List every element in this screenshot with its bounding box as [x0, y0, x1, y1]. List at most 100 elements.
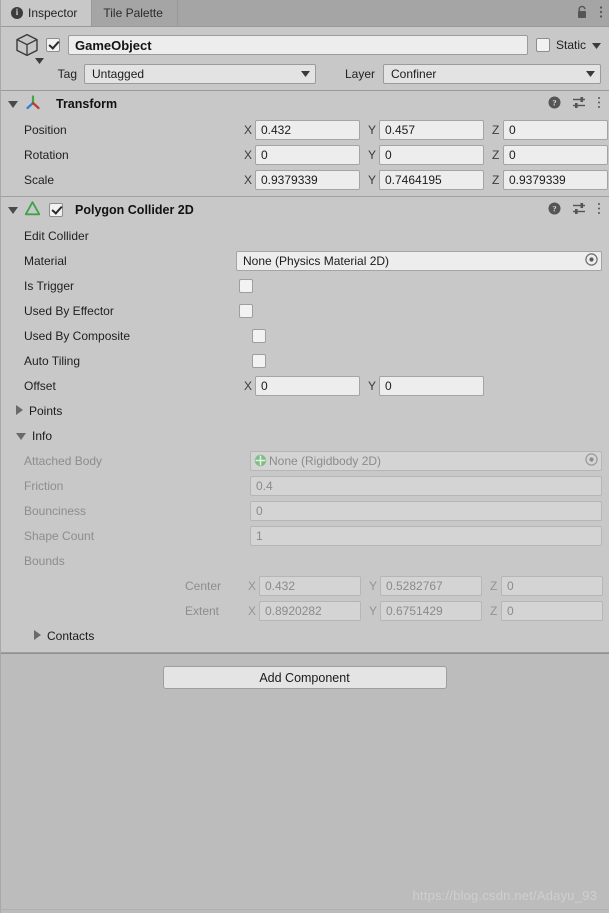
tab-tile-palette[interactable]: Tile Palette: [92, 0, 178, 26]
panel-left-edge: [0, 0, 1, 913]
bounds-center-x-field: 0.432: [259, 576, 361, 596]
collider-header[interactable]: Polygon Collider 2D ?: [0, 197, 609, 223]
preset-settings-icon[interactable]: [572, 202, 586, 218]
bounds-extent-y-value: 0.6751429: [386, 604, 443, 618]
offset-x-input[interactable]: 0: [255, 376, 360, 396]
contacts-label: Contacts: [47, 629, 94, 643]
position-x-input[interactable]: 0.432: [255, 120, 360, 140]
position-x-value: 0.432: [261, 123, 291, 137]
material-label: Material: [24, 254, 67, 268]
bounds-center-y-value: 0.5282767: [386, 579, 443, 593]
foldout-triangle-right-icon[interactable]: [16, 404, 23, 418]
bounds-center-row: Center X 0.432 Y 0.5282767 Z 0: [0, 573, 609, 598]
material-row: Material None (Physics Material 2D): [0, 248, 609, 273]
bounds-center-z-field: 0: [501, 576, 603, 596]
offset-y-input[interactable]: 0: [379, 376, 484, 396]
add-component-button[interactable]: Add Component: [163, 666, 447, 689]
axis-x-label: X: [248, 579, 259, 593]
used-by-composite-checkbox[interactable]: [252, 329, 266, 343]
preset-settings-icon[interactable]: [572, 96, 586, 112]
used-by-composite-row: Used By Composite: [0, 323, 609, 348]
gameobject-name-input[interactable]: GameObject: [68, 35, 528, 55]
bounds-extent-y-field: 0.6751429: [380, 601, 482, 621]
kebab-menu-icon[interactable]: [597, 202, 601, 218]
svg-text:?: ?: [552, 204, 556, 214]
transform-header[interactable]: Transform ?: [0, 91, 609, 117]
watermark: https://blog.csdn.net/Adayu_93: [412, 888, 597, 903]
foldout-triangle-down-icon[interactable]: [16, 429, 26, 443]
axis-z-label: Z: [490, 604, 501, 618]
attached-body-value: None (Rigidbody 2D): [269, 454, 381, 468]
foldout-triangle-down-icon[interactable]: [8, 97, 18, 111]
material-object-field[interactable]: None (Physics Material 2D): [236, 251, 602, 271]
offset-row: Offset X 0 Y 0: [0, 373, 609, 398]
transform-row-scale: Scale X 0.9379339 Y 0.7464195 Z 0.937933…: [0, 167, 609, 192]
auto-tiling-row: Auto Tiling: [0, 348, 609, 373]
shape-count-field: 1: [250, 526, 602, 546]
edit-collider-row[interactable]: Edit Collider: [0, 223, 609, 248]
transform-row-rotation: Rotation X 0 Y 0 Z 0: [0, 142, 609, 167]
object-picker-icon: [584, 452, 599, 470]
rotation-x-value: 0: [261, 148, 268, 162]
tab-inspector[interactable]: i Inspector: [0, 0, 92, 26]
tag-dropdown[interactable]: Untagged: [84, 64, 316, 84]
kebab-menu-icon[interactable]: [599, 5, 603, 22]
position-y-input[interactable]: 0.457: [379, 120, 484, 140]
friction-value: 0.4: [256, 479, 273, 493]
component-transform: Transform ?: [0, 91, 609, 197]
axis-z-label: Z: [492, 123, 503, 137]
svg-text:?: ?: [552, 98, 556, 108]
layer-dropdown[interactable]: Confiner: [383, 64, 601, 84]
foldout-triangle-right-icon[interactable]: [34, 629, 41, 643]
static-checkbox[interactable]: [536, 38, 550, 52]
scale-x-input[interactable]: 0.9379339: [255, 170, 360, 190]
friction-label: Friction: [24, 479, 63, 493]
collider-enabled-checkbox[interactable]: [49, 203, 63, 217]
object-picker-icon[interactable]: [584, 252, 599, 270]
collider-body: Edit Collider Material None (Physics Mat…: [0, 223, 609, 652]
auto-tiling-label: Auto Tiling: [24, 354, 80, 368]
help-icon[interactable]: ?: [548, 202, 561, 218]
scale-x-value: 0.9379339: [261, 173, 318, 187]
position-z-input[interactable]: 0: [503, 120, 608, 140]
scale-fields: X 0.9379339 Y 0.7464195 Z 0.9379339: [244, 170, 608, 190]
axis-x-label: X: [244, 148, 255, 162]
axis-y-label: Y: [368, 148, 379, 162]
tab-tile-palette-label: Tile Palette: [103, 6, 163, 20]
cube-icon[interactable]: [8, 32, 46, 58]
static-dropdown-icon[interactable]: [592, 38, 601, 52]
bounds-extent-x-field: 0.8920282: [259, 601, 361, 621]
collider-header-actions: ?: [548, 197, 601, 223]
rotation-y-input[interactable]: 0: [379, 145, 484, 165]
foldout-triangle-down-icon[interactable]: [8, 203, 18, 217]
axis-y-label: Y: [368, 379, 379, 393]
used-by-composite-label: Used By Composite: [24, 329, 130, 343]
scale-z-input[interactable]: 0.9379339: [503, 170, 608, 190]
info-label: Info: [32, 429, 52, 443]
rotation-z-input[interactable]: 0: [503, 145, 608, 165]
lock-icon[interactable]: [576, 5, 588, 22]
info-foldout[interactable]: Info: [0, 423, 609, 448]
position-z-value: 0: [509, 123, 516, 137]
help-icon[interactable]: ?: [548, 96, 561, 112]
chevron-down-icon[interactable]: [35, 53, 44, 67]
auto-tiling-checkbox[interactable]: [252, 354, 266, 368]
is-trigger-checkbox[interactable]: [239, 279, 253, 293]
offset-y-value: 0: [385, 379, 392, 393]
points-foldout[interactable]: Points: [0, 398, 609, 423]
kebab-menu-icon[interactable]: [597, 96, 601, 112]
transform-title: Transform: [56, 97, 117, 111]
scale-label: Scale: [24, 173, 54, 187]
scale-y-input[interactable]: 0.7464195: [379, 170, 484, 190]
component-polygon-collider-2d: Polygon Collider 2D ?: [0, 197, 609, 653]
transform-body: Position X 0.432 Y 0.457 Z 0 Rotation X …: [0, 117, 609, 196]
layer-label: Layer: [316, 67, 383, 81]
gameobject-enabled-checkbox[interactable]: [46, 38, 60, 52]
bounds-center-label: Center: [185, 579, 221, 593]
is-trigger-row: Is Trigger: [0, 273, 609, 298]
axis-x-label: X: [248, 604, 259, 618]
contacts-foldout[interactable]: Contacts: [0, 623, 609, 648]
used-by-effector-checkbox[interactable]: [239, 304, 253, 318]
rotation-x-input[interactable]: 0: [255, 145, 360, 165]
axis-x-label: X: [244, 123, 255, 137]
